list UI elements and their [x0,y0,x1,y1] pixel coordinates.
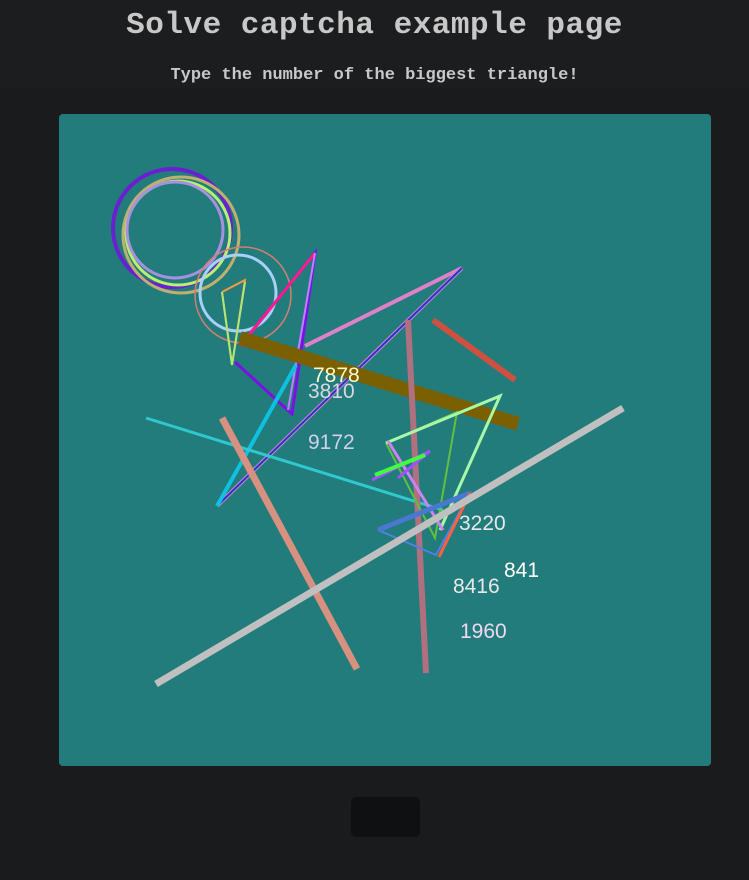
captcha-circle [125,180,225,280]
captcha-label: 3220 [459,512,506,535]
captcha-label: 3810 [308,380,355,403]
captcha-label: 841 [504,559,539,582]
captcha-drawing: 7878 3810 9172 3220 841 8416 1960 [111,167,625,688]
submit-button[interactable] [351,797,420,837]
captcha-canvas[interactable]: 7878 3810 9172 3220 841 8416 1960 [59,114,711,766]
captcha-label: 9172 [308,431,355,454]
captcha-line [431,317,517,383]
captcha-label: 1960 [460,620,507,643]
captcha-shapes [145,247,625,688]
captcha-instruction: Type the number of the biggest triangle! [170,66,579,85]
captcha-triangle [221,281,246,366]
page-title: Solve captcha example page [126,8,623,43]
captcha-label: 8416 [453,575,500,598]
